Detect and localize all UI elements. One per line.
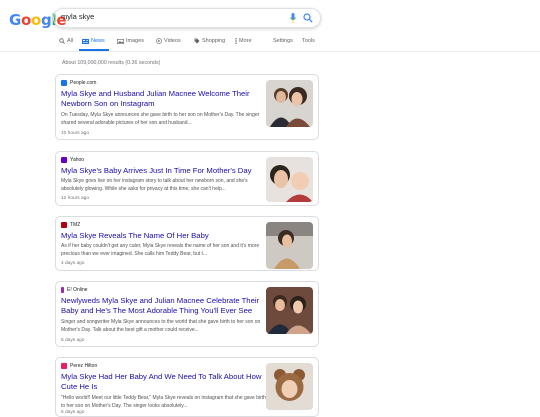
tmz-favicon-icon xyxy=(61,222,67,228)
couple-event-photo-image xyxy=(266,287,313,334)
image-icon xyxy=(117,38,124,44)
news-title[interactable]: Newlyweds Myla Skye and Julian Macnee Ce… xyxy=(61,296,267,316)
news-thumbnail[interactable] xyxy=(266,363,313,410)
tab-all[interactable]: All xyxy=(59,38,73,44)
yahoo-favicon-icon xyxy=(61,157,67,163)
news-timestamp: 10 hours ago xyxy=(61,131,90,136)
news-title[interactable]: Myla Skye and Husband Julian Macnee Welc… xyxy=(61,89,267,109)
news-snippet: On Tuesday, Myla Skye announces she gave… xyxy=(61,112,260,126)
news-thumbnail[interactable] xyxy=(266,80,313,127)
red-carpet-photo-image xyxy=(266,222,313,269)
search-tabs: All News Images Videos Shopping More Set… xyxy=(0,36,540,51)
tab-tools[interactable]: Tools xyxy=(302,38,315,44)
news-snippet: Singer and songwriter Myla Skye announce… xyxy=(61,319,261,333)
tab-news[interactable]: News xyxy=(82,38,105,44)
news-timestamp: 12 hours ago xyxy=(61,196,90,201)
news-thumbnail[interactable] xyxy=(266,157,313,202)
news-source[interactable]: Yahoo xyxy=(61,157,84,163)
news-timestamp: 4 days ago xyxy=(61,261,85,266)
couple-photo-image xyxy=(266,80,313,127)
results-stats: About 109,000,000 results (0.36 seconds) xyxy=(62,60,161,66)
news-timestamp: 6 days ago xyxy=(61,410,85,415)
search-box[interactable]: myla skye xyxy=(53,8,321,28)
news-card[interactable]: Yahoo Myla Skye's Baby Arrives Just In T… xyxy=(55,151,319,206)
news-title[interactable]: Myla Skye Had Her Baby And We Need To Ta… xyxy=(61,372,267,392)
tab-videos[interactable]: Videos xyxy=(156,38,181,44)
news-snippet: As if her baby couldn't get any cuter, M… xyxy=(61,243,260,257)
news-timestamp: 5 days ago xyxy=(61,338,85,343)
news-title[interactable]: Myla Skye Reveals The Name Of Her Baby xyxy=(61,231,267,241)
news-source[interactable]: E! Online xyxy=(61,287,88,293)
news-card[interactable]: People.com Myla Skye and Husband Julian … xyxy=(55,74,319,140)
news-title[interactable]: Myla Skye's Baby Arrives Just In Time Fo… xyxy=(61,166,267,176)
news-card[interactable]: Perez Hilton Myla Skye Had Her Baby And … xyxy=(55,357,319,417)
tab-more[interactable]: More xyxy=(235,38,252,44)
news-card[interactable]: TMZ Myla Skye Reveals The Name Of Her Ba… xyxy=(55,216,319,271)
header-divider xyxy=(0,51,540,52)
tab-settings[interactable]: Settings xyxy=(273,38,293,44)
news-icon xyxy=(82,38,89,44)
news-source[interactable]: TMZ xyxy=(61,222,80,228)
news-thumbnail[interactable] xyxy=(266,222,313,269)
baby-teddy-photo-image xyxy=(266,363,313,410)
news-thumbnail[interactable] xyxy=(266,287,313,334)
eonline-favicon-icon xyxy=(61,287,64,293)
news-card[interactable]: E! Online Newlyweds Myla Skye and Julian… xyxy=(55,281,319,347)
tag-icon xyxy=(194,38,200,44)
more-dots-icon xyxy=(235,38,237,44)
news-source[interactable]: Perez Hilton xyxy=(61,363,97,369)
news-snippet: Myla Skye goes live on her instagram sto… xyxy=(61,178,248,192)
tab-images[interactable]: Images xyxy=(117,38,144,44)
search-icon xyxy=(59,38,65,44)
tab-shopping[interactable]: Shopping xyxy=(194,38,225,44)
microphone-icon[interactable] xyxy=(290,13,296,24)
search-input[interactable]: myla skye xyxy=(61,12,94,21)
news-snippet: "Hello world!! Meet our little Teddy Bea… xyxy=(61,395,266,409)
video-icon xyxy=(156,38,162,44)
header: Google myla skye All News Images Videos xyxy=(0,0,540,52)
news-source[interactable]: People.com xyxy=(61,80,96,86)
perezhilton-favicon-icon xyxy=(61,363,67,369)
search-icon[interactable] xyxy=(303,13,313,23)
people-favicon-icon xyxy=(61,80,67,86)
mother-baby-photo-image xyxy=(266,157,313,202)
